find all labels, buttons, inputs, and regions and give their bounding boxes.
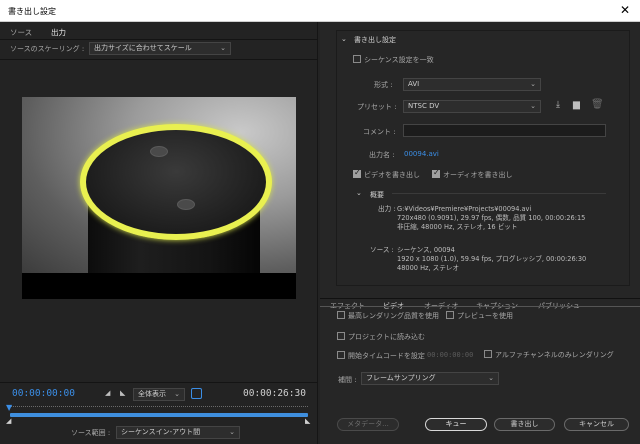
cancel-button[interactable]: キャンセル [564, 418, 629, 431]
summary-line: 1920 x 1080 (1.0), 59.94 fps, プログレッシブ, 0… [397, 255, 587, 263]
chevron-down-icon: ⌄ [488, 374, 494, 382]
export-video-checkbox[interactable]: ビデオを書き出し [353, 168, 420, 180]
time-ruler [10, 406, 308, 410]
format-select[interactable]: AVI ⌄ [403, 78, 541, 91]
start-timecode-checkbox[interactable]: 開始タイムコードを設定 [337, 351, 425, 361]
format-label: 形式 : [374, 81, 393, 89]
divider [392, 193, 606, 194]
checkbox-box[interactable] [446, 311, 454, 319]
speaker-top-ring [80, 124, 272, 240]
summary-source-text: シーケンス, 00094 1920 x 1080 (1.0), 59.94 fp… [397, 246, 629, 273]
match-sequence-label: シーケンス設定を一致 [364, 56, 434, 64]
tab-source[interactable]: ソース [10, 27, 32, 38]
export-audio-checkbox[interactable]: オーディオを書き出し [432, 168, 513, 180]
source-range-value: シーケンスイン-アウト間 [121, 428, 201, 436]
chevron-down-icon: ⌄ [530, 80, 536, 88]
match-sequence-checkbox[interactable]: シーケンス設定を一致 [353, 55, 434, 65]
export-audio-label: オーディオを書き出し [443, 171, 513, 179]
output-name-label: 出力名 : [369, 151, 395, 159]
source-range-select[interactable]: シーケンスイン-アウト間 ⌄ [116, 426, 240, 439]
chevron-down-icon: ⌄ [174, 390, 180, 398]
summary-line: 48000 Hz, ステレオ [397, 264, 460, 272]
max-render-quality-label: 最高レンダリング品質を使用 [348, 312, 439, 320]
summary-output-label: 出力 : [378, 205, 396, 213]
start-timecode-label: 開始タイムコードを設定 [348, 352, 425, 360]
output-name-link[interactable]: 00094.avi [404, 150, 439, 158]
use-previews-label: プレビューを使用 [457, 312, 513, 320]
checkbox-box[interactable] [337, 311, 345, 319]
current-timecode[interactable]: 00:00:00:00 [12, 388, 75, 399]
crop-icon[interactable] [191, 388, 202, 399]
chevron-down-icon: ⌄ [229, 428, 235, 436]
divider [0, 39, 318, 40]
checkbox-box[interactable] [337, 351, 345, 359]
queue-button[interactable]: キュー [425, 418, 487, 431]
preset-value: NTSC DV [408, 102, 440, 110]
checkbox-box[interactable] [353, 168, 361, 178]
download-icon[interactable]: ⤓ [556, 100, 560, 110]
mark-in-icon[interactable]: ◢ [105, 389, 110, 397]
checkbox-box[interactable] [484, 350, 492, 358]
checkbox-box[interactable] [337, 332, 345, 340]
export-video-label: ビデオを書き出し [364, 171, 420, 179]
comment-field[interactable] [403, 124, 606, 137]
window-title: 書き出し設定 [8, 7, 56, 16]
video-preview [22, 97, 296, 299]
duration-timecode: 00:00:26:30 [243, 388, 306, 399]
source-range-label: ソース範囲 : [71, 429, 111, 437]
summary-output-text: G:¥Videos¥Premiere¥Projects¥00094.avi 72… [397, 205, 629, 232]
speaker-button [177, 199, 195, 210]
chevron-down-icon[interactable]: ⌄ [356, 189, 362, 197]
title-bar: 書き出し設定 ✕ [0, 0, 640, 22]
start-timecode-value[interactable]: 00:00:00:00 [427, 351, 473, 359]
chevron-down-icon: ⌄ [220, 44, 226, 52]
preset-select[interactable]: NTSC DV ⌄ [403, 100, 541, 113]
divider [0, 382, 318, 383]
chevron-down-icon: ⌄ [530, 102, 536, 110]
interpolation-select[interactable]: フレームサンプリング ⌄ [361, 372, 499, 385]
work-area-bar[interactable] [10, 413, 308, 417]
summary-source-label: ソース : [370, 246, 394, 254]
import-into-project-checkbox[interactable]: プロジェクトに読み込む [337, 332, 425, 342]
mark-out-icon[interactable]: ◣ [120, 389, 125, 397]
preview-frame-image [22, 97, 296, 273]
section-title-export-settings: 書き出し設定 [354, 36, 396, 44]
summary-line: 非圧縮, 48000 Hz, ステレオ, 16 ビット [397, 223, 518, 231]
checkbox-box[interactable] [432, 168, 440, 178]
close-icon[interactable]: ✕ [620, 3, 630, 17]
preset-label: プリセット : [357, 103, 397, 111]
zoom-value: 全体表示 [138, 390, 166, 398]
interpolation-value: フレームサンプリング [366, 374, 436, 382]
source-scaling-select[interactable]: 出力サイズに合わせてスケール ⌄ [89, 42, 231, 55]
folder-icon[interactable]: ▆ [573, 100, 580, 110]
source-scaling-label: ソースのスケーリング : [10, 45, 85, 53]
checkbox-box[interactable] [353, 55, 361, 63]
speaker-button [150, 146, 168, 157]
source-scaling-value: 出力サイズに合わせてスケール [94, 44, 192, 52]
format-value: AVI [408, 80, 420, 88]
max-render-quality-checkbox[interactable]: 最高レンダリング品質を使用 [337, 311, 439, 321]
divider [320, 306, 640, 307]
zoom-select[interactable]: 全体表示 ⌄ [133, 388, 185, 401]
out-point-handle[interactable]: ◣ [305, 417, 310, 425]
playhead-handle[interactable]: ▼ [6, 403, 12, 412]
interpolation-label: 補間 : [338, 376, 357, 384]
summary-line: シーケンス, 00094 [397, 246, 455, 254]
metadata-button[interactable]: メタデータ... [337, 418, 399, 431]
summary-title: 概要 [370, 191, 384, 199]
comment-label: コメント : [363, 128, 396, 136]
import-into-project-label: プロジェクトに読み込む [348, 333, 425, 341]
export-button[interactable]: 書き出し [494, 418, 555, 431]
render-alpha-checkbox[interactable]: アルファチャンネルのみレンダリング [484, 350, 614, 360]
summary-line: G:¥Videos¥Premiere¥Projects¥00094.avi [397, 205, 532, 213]
chevron-down-icon[interactable]: ⌄ [341, 35, 347, 43]
divider [320, 298, 640, 299]
trash-icon[interactable]: 🗑 [591, 99, 604, 110]
use-previews-checkbox[interactable]: プレビューを使用 [446, 311, 513, 321]
in-point-handle[interactable]: ◢ [6, 417, 11, 425]
summary-line: 720x480 (0.9091), 29.97 fps, 偶数, 品質 100,… [397, 214, 586, 222]
divider [0, 59, 318, 60]
render-alpha-label: アルファチャンネルのみレンダリング [495, 351, 614, 359]
